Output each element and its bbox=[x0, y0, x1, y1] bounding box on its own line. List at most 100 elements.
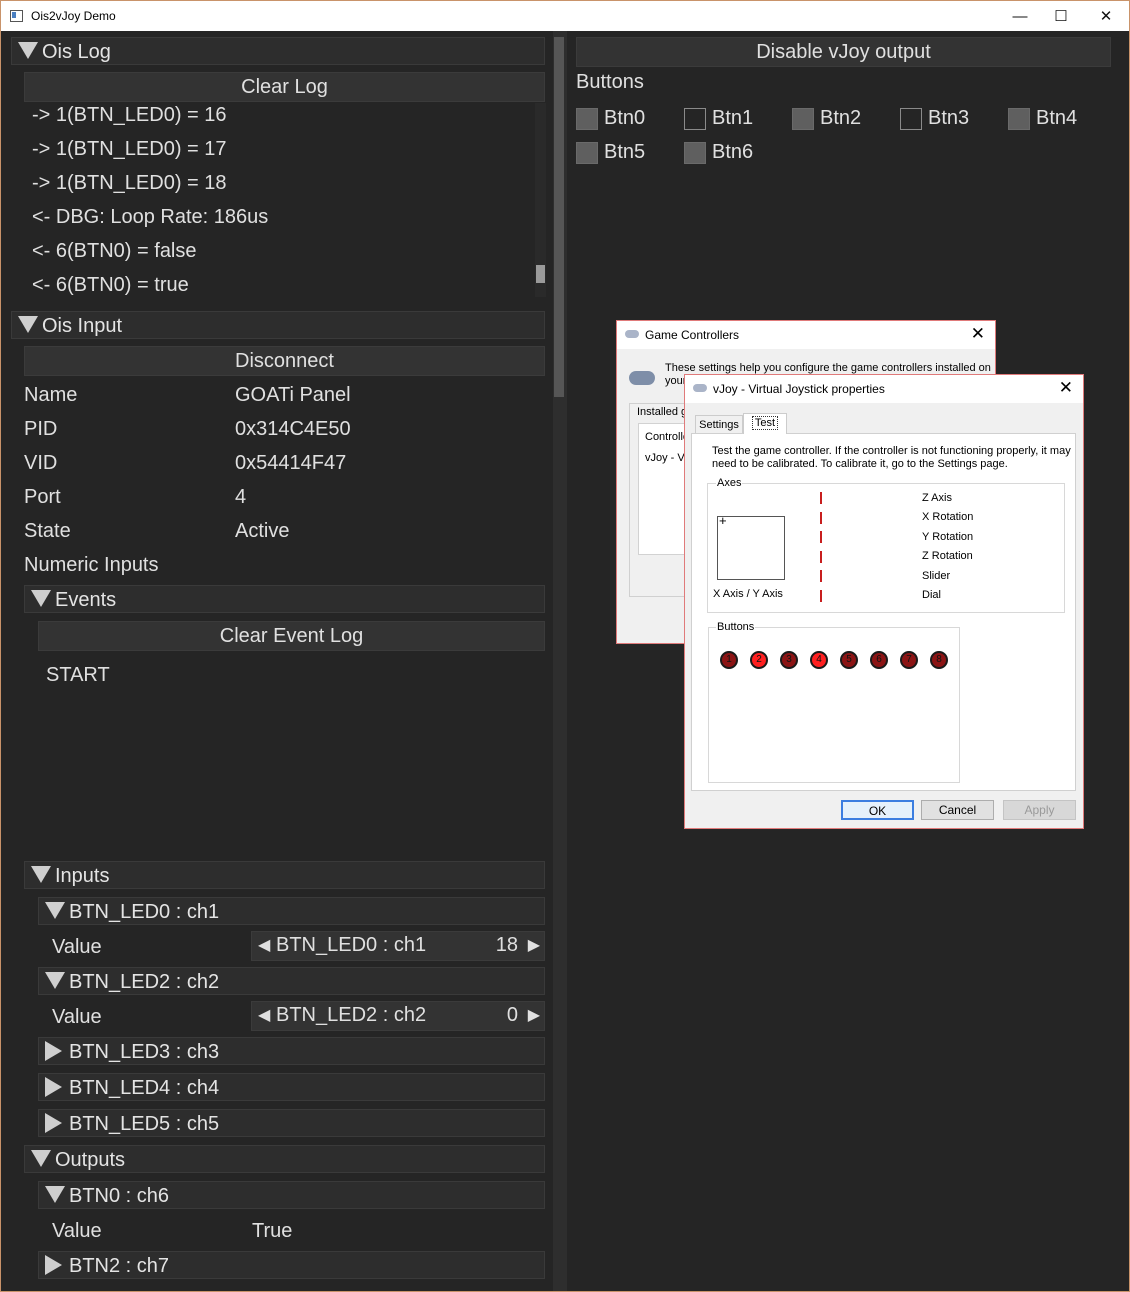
crosshair-icon: + bbox=[719, 513, 727, 528]
btn0-checkbox[interactable] bbox=[576, 108, 598, 130]
value-spinner[interactable]: ◀ BTN_LED0 : ch1 18 ▶ bbox=[251, 931, 545, 961]
axis-label-z: Z Axis bbox=[922, 492, 952, 504]
maximize-button[interactable]: ☐ bbox=[1038, 1, 1084, 31]
tab-test[interactable]: Test bbox=[743, 413, 787, 434]
list-header: Controlle bbox=[645, 431, 690, 443]
decrement-arrow-icon[interactable]: ◀ bbox=[258, 935, 270, 955]
input-item-title: BTN_LED0 : ch1 bbox=[69, 901, 220, 923]
test-page: Test the game controller. If the control… bbox=[691, 433, 1076, 791]
axes-label: Axes bbox=[716, 477, 743, 489]
collapse-triangle-icon bbox=[31, 866, 51, 883]
clear-event-log-button[interactable]: Clear Event Log bbox=[38, 621, 545, 651]
value-spinner[interactable]: ◀ BTN_LED2 : ch2 0 ▶ bbox=[251, 1001, 545, 1031]
spinner-label: BTN_LED0 : ch1 bbox=[276, 934, 427, 956]
cancel-button[interactable]: Cancel bbox=[921, 800, 994, 820]
collapse-triangle-icon bbox=[45, 902, 65, 919]
installed-label: Installed g bbox=[637, 406, 688, 418]
log-line: -> 1(BTN_LED0) = 18 bbox=[32, 172, 227, 194]
gc-description: These settings help you configure the ga… bbox=[665, 362, 991, 374]
xy-axis-label: X Axis / Y Axis bbox=[713, 588, 783, 600]
input-item-header[interactable]: BTN_LED3 : ch3 bbox=[38, 1037, 545, 1065]
input-item-title: BTN_LED4 : ch4 bbox=[69, 1077, 220, 1099]
events-header[interactable]: Events bbox=[24, 585, 545, 613]
apply-button[interactable]: Apply bbox=[1003, 800, 1076, 820]
ois-log-header[interactable]: Ois Log bbox=[11, 37, 545, 65]
tab-test-label: Test bbox=[751, 416, 779, 430]
prop-label: Port bbox=[24, 486, 61, 508]
buttons-label: Buttons bbox=[576, 71, 644, 93]
list-item[interactable]: vJoy - V bbox=[645, 452, 685, 464]
btn2-label: Btn2 bbox=[820, 107, 862, 129]
input-item-header[interactable]: BTN_LED2 : ch2 bbox=[38, 967, 545, 995]
clear-log-button[interactable]: Clear Log bbox=[24, 72, 545, 102]
ois-input-header[interactable]: Ois Input bbox=[11, 311, 545, 339]
buttons-group: Buttons 1 2 3 4 5 6 7 8 bbox=[708, 621, 960, 783]
game-controllers-titlebar[interactable]: Game Controllers ✕ bbox=[617, 321, 995, 349]
prop-label: Name bbox=[24, 384, 78, 406]
btn3-checkbox[interactable] bbox=[900, 108, 922, 130]
button-led-7: 7 bbox=[900, 651, 918, 669]
increment-arrow-icon[interactable]: ▶ bbox=[528, 1005, 540, 1025]
disable-vjoy-button[interactable]: Disable vJoy output bbox=[576, 37, 1111, 67]
log-scroll-thumb[interactable] bbox=[536, 265, 545, 283]
btn6-checkbox[interactable] bbox=[684, 142, 706, 164]
btn6-label: Btn6 bbox=[712, 141, 754, 163]
output-item-header[interactable]: BTN0 : ch6 bbox=[38, 1181, 545, 1209]
axis-label-slider: Slider bbox=[922, 570, 951, 582]
ois-log-title: Ois Log bbox=[42, 41, 111, 63]
btn4-label: Btn4 bbox=[1036, 107, 1078, 129]
test-instructions-1: Test the game controller. If the control… bbox=[712, 445, 1071, 457]
button-led-5: 5 bbox=[840, 651, 858, 669]
decrement-arrow-icon[interactable]: ◀ bbox=[258, 1005, 270, 1025]
close-icon[interactable]: ✕ bbox=[1059, 378, 1073, 398]
button-led-4: 4 bbox=[810, 651, 828, 669]
ok-button[interactable]: OK bbox=[841, 800, 914, 820]
left-pane-scrollbar[interactable] bbox=[553, 31, 567, 1291]
expand-triangle-icon bbox=[45, 1077, 62, 1097]
button-led-8: 8 bbox=[930, 651, 948, 669]
left-pane: Ois Log Clear Log -> 1(BTN_LED0) = 16 ->… bbox=[1, 31, 553, 1291]
spinner-value: 0 bbox=[506, 1004, 518, 1026]
left-pane-scroll-thumb[interactable] bbox=[554, 37, 564, 397]
prop-value: 0x314C4E50 bbox=[235, 418, 351, 440]
inputs-header[interactable]: Inputs bbox=[24, 861, 545, 889]
prop-value: Active bbox=[235, 520, 290, 542]
prop-value: GOATi Panel bbox=[235, 384, 351, 406]
input-item-header[interactable]: BTN_LED0 : ch1 bbox=[38, 897, 545, 925]
vjoy-properties-title: vJoy - Virtual Joystick properties bbox=[713, 382, 885, 396]
prop-label: PID bbox=[24, 418, 58, 440]
expand-triangle-icon bbox=[45, 1041, 62, 1061]
btn1-checkbox[interactable] bbox=[684, 108, 706, 130]
gamepad-icon bbox=[693, 384, 707, 392]
output-item-title: BTN0 : ch6 bbox=[69, 1185, 170, 1207]
spinner-label: BTN_LED2 : ch2 bbox=[276, 1004, 427, 1026]
title-bar[interactable]: Ois2vJoy Demo — ☐ ✕ bbox=[1, 1, 1129, 31]
outputs-header[interactable]: Outputs bbox=[24, 1145, 545, 1173]
gamepad-icon bbox=[625, 330, 639, 338]
input-item-header[interactable]: BTN_LED5 : ch5 bbox=[38, 1109, 545, 1137]
close-icon[interactable]: ✕ bbox=[971, 324, 985, 344]
output-item-header[interactable]: BTN2 : ch7 bbox=[38, 1251, 545, 1279]
window-title: Ois2vJoy Demo bbox=[31, 9, 116, 23]
btn5-checkbox[interactable] bbox=[576, 142, 598, 164]
z-axis-marker bbox=[820, 492, 822, 504]
input-item-header[interactable]: BTN_LED4 : ch4 bbox=[38, 1073, 545, 1101]
numeric-inputs-label: Numeric Inputs bbox=[24, 554, 159, 576]
vjoy-properties-titlebar[interactable]: vJoy - Virtual Joystick properties ✕ bbox=[685, 375, 1083, 403]
log-scrollbar[interactable] bbox=[535, 103, 546, 297]
value-label: Value bbox=[52, 1220, 102, 1242]
log-line: -> 1(BTN_LED0) = 16 bbox=[32, 104, 227, 126]
log-line: <- 6(BTN0) = false bbox=[32, 240, 197, 262]
btn2-checkbox[interactable] bbox=[792, 108, 814, 130]
minimize-button[interactable]: — bbox=[997, 1, 1043, 31]
close-button[interactable]: ✕ bbox=[1083, 1, 1129, 31]
events-title: Events bbox=[55, 589, 117, 611]
z-rotation-marker bbox=[820, 551, 822, 563]
axis-label-dial: Dial bbox=[922, 589, 941, 601]
app-window: Ois2vJoy Demo — ☐ ✕ Ois Log Clear Log ->… bbox=[0, 0, 1130, 1292]
expand-triangle-icon bbox=[45, 1255, 62, 1275]
increment-arrow-icon[interactable]: ▶ bbox=[528, 935, 540, 955]
tab-settings[interactable]: Settings bbox=[695, 415, 743, 435]
btn4-checkbox[interactable] bbox=[1008, 108, 1030, 130]
disconnect-button[interactable]: Disconnect bbox=[24, 346, 545, 376]
